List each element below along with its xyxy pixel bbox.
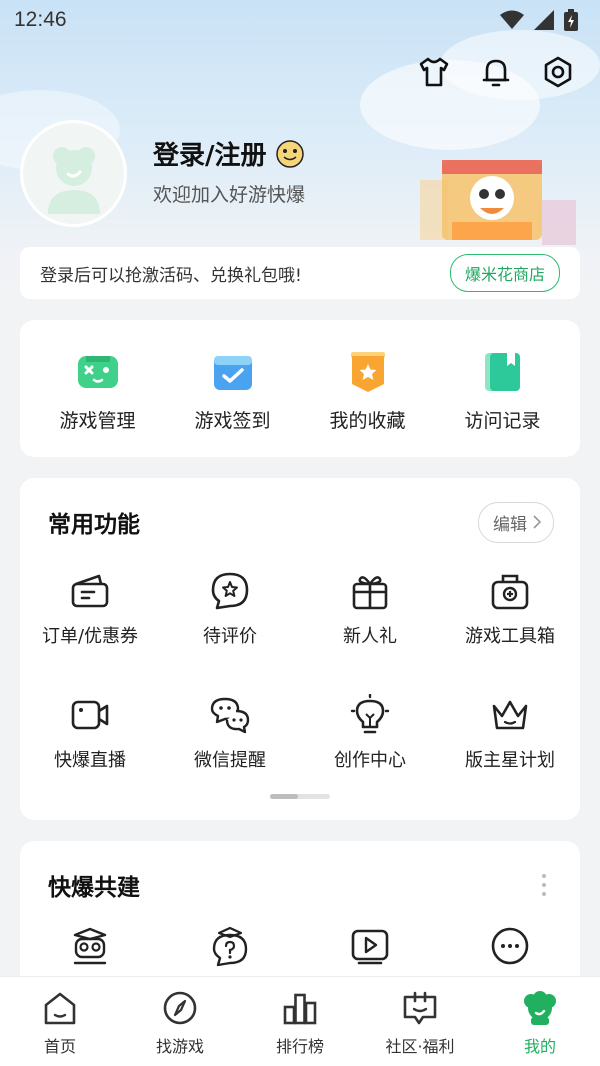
popcorn-shop-button[interactable]: 爆米花商店 <box>449 254 560 292</box>
compass-icon <box>163 991 197 1025</box>
mascot-illustration <box>420 160 576 245</box>
star-bookmark-icon <box>350 352 385 392</box>
quick-action-game-management[interactable]: 游戏管理 <box>38 320 158 457</box>
login-title: 登录/注册 <box>153 140 267 171</box>
quick-action-label: 游戏签到 <box>194 410 271 432</box>
avatar[interactable] <box>20 120 127 227</box>
status-time: 12:46 <box>14 8 67 31</box>
welcome-text: 欢迎加入好游快爆 <box>153 183 306 206</box>
calendar-check-icon <box>213 356 252 390</box>
common-functions-title: 常用功能 <box>48 512 140 538</box>
battery-icon <box>564 9 578 31</box>
co-build-header: 快爆共建 <box>20 841 580 929</box>
function-label: 快爆直播 <box>54 750 126 771</box>
tab-label: 排行榜 <box>275 1037 324 1056</box>
settings-hexagon-icon[interactable] <box>540 54 576 90</box>
play-video-icon <box>351 929 389 965</box>
popcorn-emoji-icon <box>275 140 304 168</box>
banner-text: 登录后可以抢激活码、兑换礼包哦! <box>40 265 302 286</box>
quick-actions-card: 游戏管理 游戏签到 我的收藏 访问记录 <box>20 320 580 457</box>
history-book-icon <box>484 353 520 391</box>
question-bubble-icon <box>212 926 248 967</box>
tab-find-games[interactable]: 找游戏 <box>120 989 240 1066</box>
function-label: 创作中心 <box>334 750 406 771</box>
home-icon <box>44 992 76 1025</box>
toolbox-icon <box>491 574 529 610</box>
function-label: 新人礼 <box>343 626 397 647</box>
function-label: 订单/优惠券 <box>41 626 139 647</box>
signal-icon <box>534 10 554 30</box>
common-functions-header: 常用功能 编辑 <box>20 478 580 566</box>
login-promo-banner: 登录后可以抢激活码、兑换礼包哦! 爆米花商店 <box>20 247 580 299</box>
function-label: 游戏工具箱 <box>465 626 555 647</box>
co-build-item-more[interactable] <box>440 925 580 967</box>
edit-button[interactable]: 编辑 <box>478 501 554 543</box>
quick-action-label: 访问记录 <box>464 410 541 432</box>
tab-home[interactable]: 首页 <box>0 989 120 1066</box>
lightbulb-icon <box>350 694 390 734</box>
function-orders-coupons[interactable]: 订单/优惠券 <box>20 566 160 690</box>
default-avatar-icon <box>47 146 100 214</box>
quick-action-favorites[interactable]: 我的收藏 <box>308 320 428 457</box>
quick-action-checkin[interactable]: 游戏签到 <box>173 320 293 457</box>
common-functions-grid: 订单/优惠券 待评价 新人礼 游戏工具箱 快爆直播 微信提醒 创作中心 版主星计… <box>20 566 580 814</box>
bell-icon[interactable] <box>478 54 514 90</box>
edit-button-label: 编辑 <box>493 514 527 535</box>
profile-mascot-icon <box>524 991 556 1025</box>
co-build-title: 快爆共建 <box>48 875 140 901</box>
co-build-item-owl[interactable] <box>20 925 160 967</box>
quick-action-label: 游戏管理 <box>59 410 136 432</box>
tab-rankings[interactable]: 排行榜 <box>240 989 360 1066</box>
chevron-right-icon <box>533 515 541 529</box>
crown-icon <box>492 700 528 730</box>
bottom-tab-bar: 首页 找游戏 排行榜 社区·福利 我的 <box>0 976 600 1066</box>
tab-label: 我的 <box>523 1037 556 1056</box>
function-label: 待评价 <box>203 626 257 647</box>
page-indicator-active <box>270 794 298 799</box>
community-icon <box>403 991 437 1025</box>
video-camera-icon <box>71 700 109 730</box>
tab-mine[interactable]: 我的 <box>480 989 600 1066</box>
quick-action-history[interactable]: 访问记录 <box>443 320 563 457</box>
co-build-item-video[interactable] <box>300 925 440 967</box>
function-label: 微信提醒 <box>194 750 266 771</box>
login-register-link[interactable]: 登录/注册 <box>153 135 307 172</box>
star-chat-icon <box>211 572 249 610</box>
owl-icon <box>73 927 107 965</box>
co-build-item-qa[interactable] <box>160 925 300 967</box>
page-indicator <box>270 794 330 799</box>
function-label: 版主星计划 <box>465 750 555 771</box>
wechat-icon <box>210 697 250 734</box>
function-live-stream[interactable]: 快爆直播 <box>20 690 160 814</box>
header-actions <box>416 54 576 90</box>
more-circle-icon <box>491 927 529 965</box>
quick-action-label: 我的收藏 <box>329 410 406 432</box>
function-game-toolbox[interactable]: 游戏工具箱 <box>440 566 580 690</box>
wallet-icon <box>71 574 109 608</box>
profile-section: 登录/注册 欢迎加入好游快爆 <box>20 120 307 227</box>
function-moderator-plan[interactable]: 版主星计划 <box>440 690 580 814</box>
common-functions-card: 常用功能 编辑 订单/优惠券 待评价 新人礼 游戏工具箱 快爆直播 微信提醒 创… <box>20 478 580 820</box>
status-bar: 12:46 <box>0 0 600 40</box>
tab-label: 社区·福利 <box>385 1037 455 1056</box>
tshirt-icon[interactable] <box>416 54 452 90</box>
tab-label: 找游戏 <box>155 1037 204 1056</box>
function-newbie-gift[interactable]: 新人礼 <box>300 566 440 690</box>
gift-icon <box>352 576 388 610</box>
tab-label: 首页 <box>43 1037 76 1056</box>
wifi-icon <box>500 10 524 29</box>
gamepad-icon <box>77 356 118 388</box>
tab-community-welfare[interactable]: 社区·福利 <box>360 989 480 1066</box>
bar-chart-icon <box>283 993 317 1025</box>
more-options-icon[interactable] <box>534 870 554 900</box>
co-build-grid <box>20 925 580 967</box>
function-pending-review[interactable]: 待评价 <box>160 566 300 690</box>
status-icons <box>500 9 578 31</box>
profile-text: 登录/注册 欢迎加入好游快爆 <box>153 135 307 207</box>
